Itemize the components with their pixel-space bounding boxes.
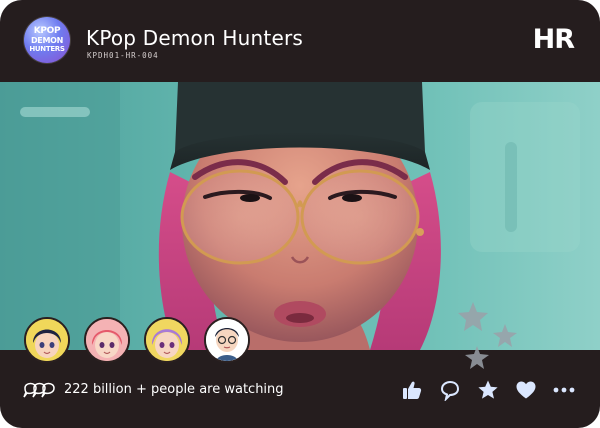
star-icon[interactable]: [476, 378, 500, 402]
card-code: KPDH01-HR-004: [87, 51, 159, 60]
card-actions: [386, 378, 576, 402]
card-title: KPop Demon Hunters: [86, 26, 303, 50]
logo-line-2: DEMON: [30, 35, 64, 45]
comment-icon[interactable]: [438, 378, 462, 402]
trading-card: KPOP DEMON HUNTERS KPop Demon Hunters KP…: [0, 0, 600, 428]
viewers-info: 222 billion + people are watching: [22, 378, 284, 400]
card-footer: 222 billion + people are watching: [0, 350, 600, 428]
card-header: KPOP DEMON HUNTERS KPop Demon Hunters KP…: [0, 0, 600, 82]
heart-icon[interactable]: [514, 378, 538, 402]
viewers-count-text: 222 billion + people are watching: [64, 381, 284, 397]
logo-line-3: HUNTERS: [29, 44, 65, 53]
thumbs-up-icon[interactable]: [400, 378, 424, 402]
rarity-badge: HR: [532, 24, 575, 55]
more-icon[interactable]: [552, 378, 576, 402]
logo-line-1: KPOP: [33, 25, 61, 36]
speech-bubbles-icon: [23, 382, 55, 398]
kpop-demon-hunters-logo: KPOP DEMON HUNTERS: [24, 17, 70, 63]
